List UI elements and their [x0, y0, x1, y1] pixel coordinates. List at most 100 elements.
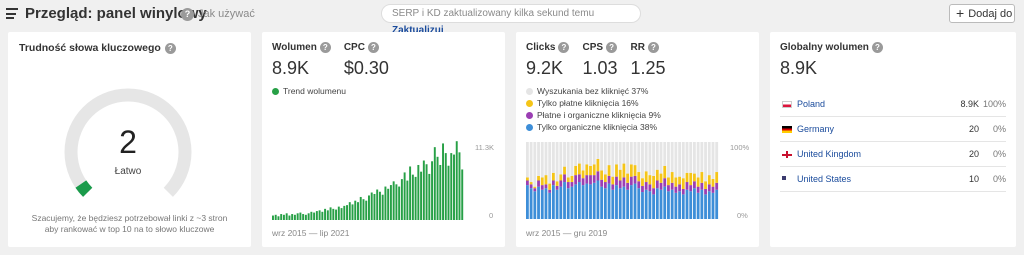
rr-metric: RR? 1.25	[631, 42, 666, 79]
volume-bar	[293, 214, 296, 220]
clicks-bar-segment	[644, 182, 648, 190]
clicks-bar-segment	[655, 188, 659, 219]
clicks-bar-segment	[607, 175, 611, 184]
clicks-bar-segment	[551, 185, 555, 219]
clicks-bar-segment	[626, 189, 630, 219]
volume-bar	[343, 205, 346, 220]
clicks-bar-segment	[641, 192, 644, 219]
clicks-legend-item: Tylko organiczne kliknięcia 38%	[526, 122, 657, 132]
clicks-bar-segment	[704, 181, 707, 189]
volume-bar	[299, 212, 302, 220]
clicks-bar-segment	[611, 176, 615, 185]
clicks-bar-segment	[681, 194, 685, 219]
clicks-bar-segment	[544, 175, 548, 185]
country-name[interactable]: Germany	[797, 124, 834, 134]
add-to-button[interactable]: + Dodaj do	[949, 4, 1015, 23]
volume-bar	[395, 184, 398, 220]
clicks-bar-segment	[633, 165, 637, 176]
volume-bar	[285, 213, 288, 220]
clicks-bar-segment	[685, 189, 689, 219]
clicks-bar-segment	[670, 182, 674, 190]
clicks-bar-segment	[577, 142, 581, 164]
help-icon[interactable]: ?	[367, 42, 379, 53]
clicks-bar-segment	[655, 142, 659, 170]
clicks-value: 9.2K	[526, 58, 564, 78]
clicks-bar-segment	[585, 164, 589, 176]
volume-y-min: 0	[489, 211, 494, 220]
clicks-bar-segment	[667, 142, 670, 178]
divider	[780, 116, 1006, 117]
help-icon[interactable]: ?	[164, 42, 176, 54]
clicks-bar-segment	[696, 177, 700, 187]
clicks-bar-segment	[622, 177, 626, 187]
clicks-bar-segment	[667, 191, 670, 219]
clicks-share-chart	[526, 142, 719, 219]
volume-bar	[296, 213, 299, 220]
keyword-difficulty-card: Trudność słowa kluczowego? 2 Łatwo Szacu…	[8, 32, 251, 247]
clicks-bar-segment	[566, 142, 570, 178]
clicks-bar-segment	[704, 194, 707, 219]
clicks-legend-label: Tylko płatne kliknięcia 16%	[537, 98, 639, 108]
volume-bar	[389, 185, 392, 220]
clicks-bar-segment	[526, 180, 529, 186]
clicks-legend-item: Płatne i organiczne kliknięcia 9%	[526, 110, 661, 120]
menu-icon[interactable]	[6, 8, 18, 19]
clicks-bar-segment	[648, 142, 652, 176]
clicks-bar-segment	[629, 185, 633, 219]
help-icon[interactable]: ?	[181, 8, 194, 21]
country-name[interactable]: Poland	[797, 99, 825, 109]
clicks-bar-segment	[670, 172, 674, 183]
country-volume: 8.9K	[960, 99, 979, 109]
clicks-bar-segment	[603, 142, 607, 175]
clicks-bar-segment	[652, 188, 655, 195]
help-icon[interactable]: ?	[871, 42, 883, 53]
volume-bar	[411, 174, 414, 220]
clicks-legend-label: Wyszukania bez kliknięć 37%	[537, 86, 649, 96]
volume-bar	[332, 208, 335, 220]
clicks-bar-segment	[551, 142, 555, 173]
country-row-united-kingdom[interactable]: United Kingdom 20 0%	[780, 148, 1006, 164]
volume-bar	[368, 195, 370, 220]
clicks-bar-segment	[563, 182, 566, 219]
clicks-bar-segment	[574, 184, 578, 219]
country-name[interactable]: United States	[797, 174, 851, 184]
country-row-germany[interactable]: Germany 20 0%	[780, 123, 1006, 139]
clicks-bar-segment	[607, 165, 611, 176]
clicks-bar-segment	[663, 186, 667, 219]
help-icon[interactable]: ?	[606, 42, 618, 53]
clicks-bar-segment	[570, 186, 574, 219]
help-icon[interactable]: ?	[558, 42, 570, 53]
cps-label: CPS	[582, 42, 604, 54]
help-icon[interactable]: ?	[647, 42, 659, 53]
clicks-bar-segment	[689, 142, 693, 173]
how-to-link[interactable]: Jak używać	[198, 8, 255, 20]
clicks-bar-segment	[600, 170, 604, 180]
volume-bar	[307, 213, 310, 220]
country-row-united-states[interactable]: United States 10 0%	[780, 173, 1006, 189]
help-icon[interactable]: ?	[319, 42, 331, 53]
volume-bar	[280, 214, 283, 220]
volume-bar	[315, 211, 318, 220]
clicks-bar-segment	[596, 180, 600, 219]
clicks-bar-segment	[581, 178, 585, 186]
clicks-bar-segment	[600, 179, 604, 187]
volume-bar	[318, 210, 321, 220]
volume-bar	[453, 154, 455, 220]
clicks-bar-segment	[540, 177, 544, 186]
volume-card: Wolumen? 8.9K CPC? $0.30 Trend wolumenu …	[262, 32, 505, 247]
clicks-bar-segment	[715, 172, 719, 183]
country-row-poland[interactable]: Poland 8.9K 100%	[780, 98, 1006, 114]
clicks-bar-segment	[659, 189, 663, 219]
cpc-metric: CPC? $0.30	[344, 42, 389, 79]
clicks-bar-segment	[648, 184, 652, 192]
country-name[interactable]: United Kingdom	[797, 149, 861, 159]
clicks-bar-segment	[693, 188, 696, 219]
clicks-bar-segment	[629, 176, 633, 186]
volume-legend: Trend wolumenu	[272, 86, 346, 96]
legend-dot	[526, 99, 533, 107]
clicks-bar-segment	[711, 192, 715, 219]
clicks-bar-segment	[707, 175, 711, 185]
volume-bar	[439, 164, 442, 220]
clicks-bar-segment	[685, 172, 689, 183]
clicks-bar-segment	[533, 142, 537, 187]
